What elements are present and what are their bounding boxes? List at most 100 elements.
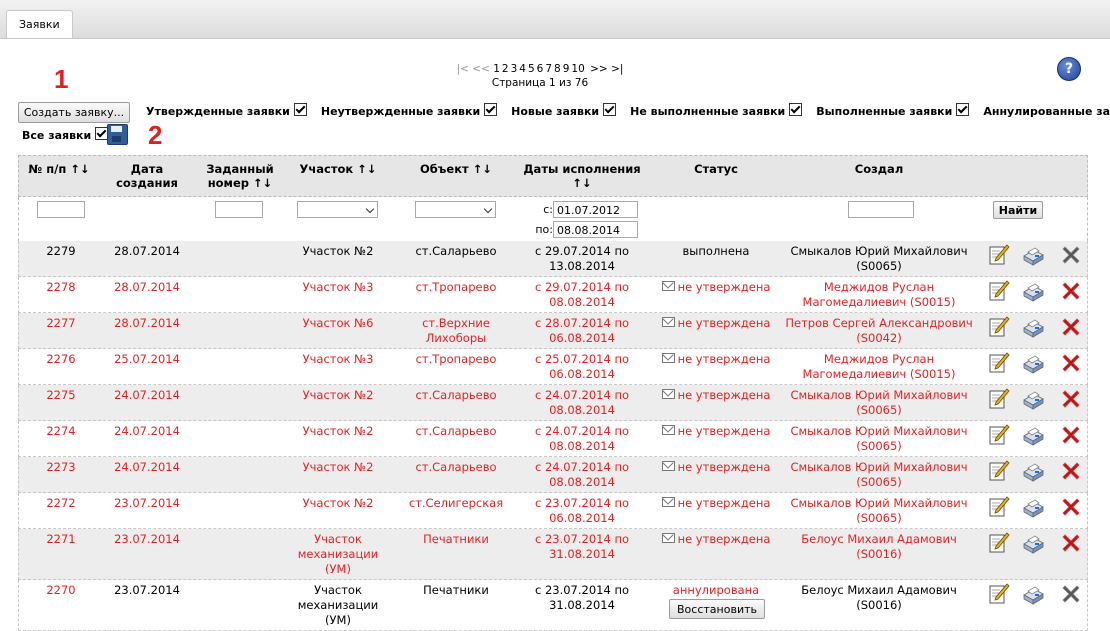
filter-checkbox[interactable] — [603, 103, 617, 116]
save-icon[interactable] — [107, 124, 128, 145]
sort-arrows-icon[interactable]: ↑↓ — [70, 162, 89, 176]
edit-icon[interactable] — [987, 582, 1011, 606]
pager-first[interactable]: |< — [457, 63, 469, 75]
site-filter-select[interactable] — [297, 201, 378, 218]
print-icon[interactable] — [1020, 423, 1044, 447]
row-dates-line: 31.08.2014 — [549, 598, 615, 612]
envelope-icon[interactable] — [661, 389, 675, 399]
edit-icon[interactable] — [987, 423, 1011, 447]
row-dates-line: 13.08.2014 — [549, 259, 615, 273]
row-object-line: ст.Саларьево — [415, 388, 497, 402]
row-site: Участок №2 — [285, 388, 391, 403]
delete-icon[interactable] — [1059, 387, 1083, 411]
pager-page-6[interactable]: 6 — [537, 63, 544, 75]
sort-arrows-icon[interactable]: ↑↓ — [357, 162, 376, 176]
tab-requests[interactable]: Заявки — [6, 10, 73, 38]
pager-page-8[interactable]: 8 — [554, 63, 561, 75]
row-dates: с 24.07.2014 по 08.08.2014 — [517, 460, 647, 490]
filter-checkbox[interactable] — [293, 103, 307, 116]
row-creator-line: Меджидов Руслан — [823, 352, 935, 366]
create-request-button[interactable]: Создать заявку... — [18, 102, 130, 123]
row-creator: Меджидов Руслан Магомедалиевич (S0015) — [779, 352, 979, 382]
row-site: Участок №2 — [285, 244, 391, 259]
pager-page-7[interactable]: 7 — [545, 63, 552, 75]
print-icon[interactable] — [1020, 387, 1044, 411]
delete-icon[interactable] — [1059, 243, 1083, 267]
date-from-input[interactable]: 01.07.2012 — [553, 201, 638, 218]
pager-status: Страница 1 из 76 — [491, 77, 589, 89]
envelope-icon[interactable] — [661, 353, 675, 363]
restore-button[interactable]: Восстановить — [669, 599, 765, 619]
row-site: Участок №3 — [285, 352, 391, 367]
help-icon[interactable]: ? — [1057, 57, 1081, 81]
pager-page-3[interactable]: 3 — [511, 63, 518, 75]
edit-icon[interactable] — [987, 531, 1011, 555]
pager-prev[interactable]: << — [472, 63, 490, 75]
delete-icon[interactable] — [1059, 495, 1083, 519]
num-filter-input[interactable] — [37, 201, 85, 218]
delete-icon[interactable] — [1059, 582, 1083, 606]
edit-icon[interactable] — [987, 387, 1011, 411]
pager-pages: 1 2 3 4 5 6 7 8 9 10 — [493, 63, 587, 75]
print-icon[interactable] — [1020, 243, 1044, 267]
delete-icon[interactable] — [1059, 531, 1083, 555]
col-num[interactable]: № п/п ↑↓ — [21, 162, 97, 176]
pager-last[interactable]: >| — [611, 63, 623, 75]
col-object[interactable]: Объект ↑↓ — [403, 162, 509, 176]
delete-icon[interactable] — [1059, 459, 1083, 483]
delete-icon[interactable] — [1059, 279, 1083, 303]
pager-next[interactable]: >> — [590, 63, 608, 75]
pager-page-1[interactable]: 1 — [493, 63, 500, 75]
print-icon[interactable] — [1020, 315, 1044, 339]
date-to-input[interactable]: 08.08.2014 — [553, 221, 638, 238]
envelope-icon[interactable] — [661, 461, 675, 471]
envelope-icon[interactable] — [661, 497, 675, 507]
pager-page-2[interactable]: 2 — [502, 63, 509, 75]
pager-page-10[interactable]: 10 — [571, 63, 584, 75]
print-icon[interactable] — [1020, 279, 1044, 303]
envelope-icon[interactable] — [661, 317, 675, 327]
row-dates: с 23.07.2014 по 31.08.2014 — [517, 583, 647, 613]
row-site-line: Участок №2 — [302, 388, 374, 402]
creator-filter-input[interactable] — [848, 201, 914, 218]
envelope-icon[interactable] — [661, 281, 675, 291]
delete-icon[interactable] — [1059, 351, 1083, 375]
given-number-filter-input[interactable] — [215, 201, 263, 218]
print-icon[interactable] — [1020, 459, 1044, 483]
pager-page-9[interactable]: 9 — [563, 63, 570, 75]
col-site[interactable]: Участок ↑↓ — [285, 162, 391, 176]
edit-icon[interactable] — [987, 243, 1011, 267]
print-icon[interactable] — [1020, 531, 1044, 555]
pager-page-4[interactable]: 4 — [519, 63, 526, 75]
row-status: аннулирована — [659, 583, 773, 598]
annotation-2: 2 — [148, 120, 163, 150]
edit-icon[interactable] — [987, 459, 1011, 483]
row-site-line: Участок №2 — [302, 244, 374, 258]
filter-checkbox[interactable] — [956, 103, 970, 116]
filter-checkbox[interactable] — [484, 103, 498, 116]
row-dates-line: 06.08.2014 — [549, 367, 615, 381]
delete-icon[interactable] — [1059, 423, 1083, 447]
edit-icon[interactable] — [987, 495, 1011, 519]
print-icon[interactable] — [1020, 582, 1044, 606]
envelope-icon[interactable] — [661, 425, 675, 435]
sort-arrows-icon[interactable]: ↑↓ — [473, 162, 492, 176]
find-button[interactable]: Найти — [993, 201, 1043, 219]
sort-arrows-icon[interactable]: ↑↓ — [517, 176, 647, 190]
edit-icon[interactable] — [987, 351, 1011, 375]
col-given-number[interactable]: Заданный номер ↑↓ — [197, 162, 283, 190]
row-dates: с 24.07.2014 по 08.08.2014 — [517, 424, 647, 454]
edit-icon[interactable] — [987, 315, 1011, 339]
edit-icon[interactable] — [987, 279, 1011, 303]
row-creator: Смыкалов Юрий Михайлович (S0065) — [779, 388, 979, 418]
envelope-icon[interactable] — [661, 533, 675, 543]
filter-checkbox[interactable] — [789, 103, 803, 116]
sort-arrows-icon[interactable]: ↑↓ — [253, 176, 272, 190]
print-icon[interactable] — [1020, 351, 1044, 375]
pager-page-5[interactable]: 5 — [528, 63, 535, 75]
print-icon[interactable] — [1020, 495, 1044, 519]
delete-icon[interactable] — [1059, 315, 1083, 339]
object-filter-select[interactable] — [415, 201, 496, 218]
col-dates[interactable]: Даты исполнения ↑↓ — [517, 162, 647, 190]
status-text: выполнена — [682, 244, 750, 258]
